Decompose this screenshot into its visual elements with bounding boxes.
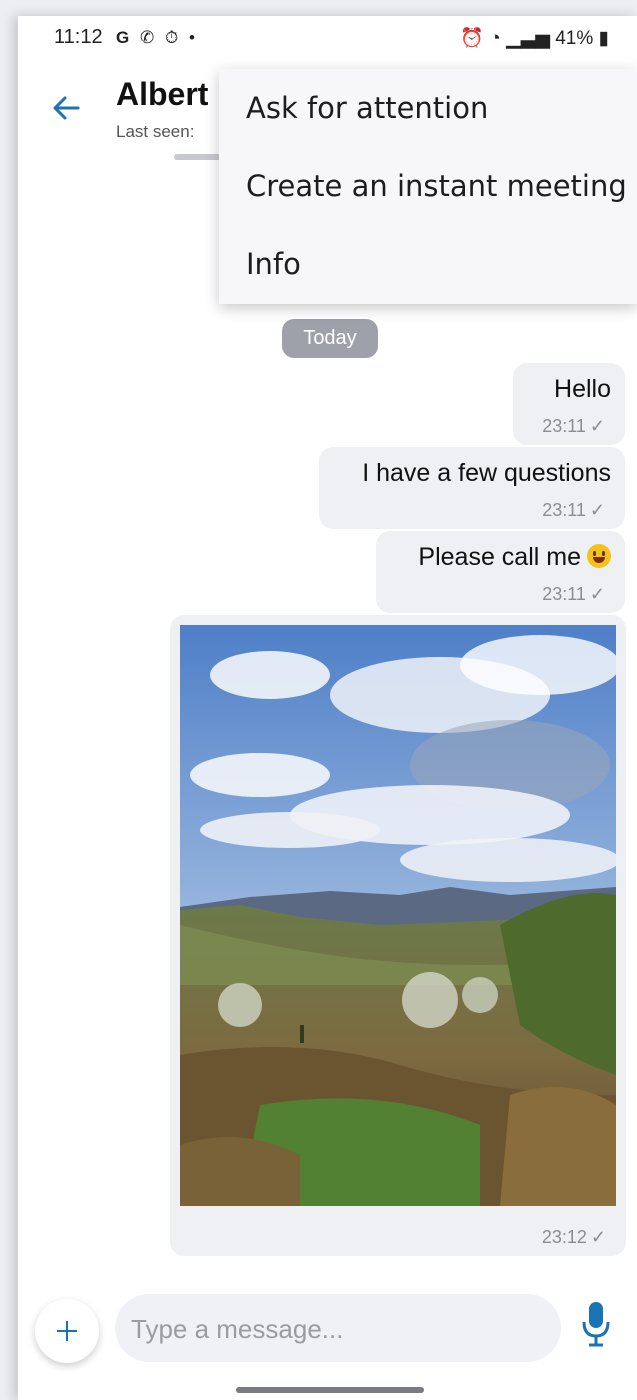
message-time: 23:12 bbox=[541, 1227, 587, 1247]
sent-check-icon: ✓ bbox=[590, 1227, 606, 1247]
message-text: Please call me bbox=[418, 543, 581, 571]
image-message-bubble[interactable]: 23:12 ✓ bbox=[170, 615, 626, 1256]
message-meta: 23:11 ✓ bbox=[542, 416, 605, 437]
attach-plus-button[interactable] bbox=[35, 1299, 99, 1363]
signal-icon: ▁▃▅ bbox=[506, 28, 550, 49]
message-bubble[interactable]: I have a few questions 23:11 ✓ bbox=[319, 447, 625, 529]
plus-icon-v bbox=[66, 1321, 68, 1341]
grinning-tongue-emoji-icon bbox=[587, 544, 611, 568]
message-time: 23:11 bbox=[542, 500, 586, 520]
contact-name[interactable]: Albert bbox=[116, 76, 208, 113]
last-seen: Last seen: bbox=[116, 122, 195, 141]
landscape-photo[interactable] bbox=[180, 625, 616, 1206]
message-text-wrap: Please call me bbox=[418, 543, 611, 572]
message-time: 23:11 bbox=[542, 584, 586, 604]
message-bubble[interactable]: Please call me 23:11 ✓ bbox=[376, 531, 625, 613]
alarm-icon: ⏰ bbox=[460, 28, 485, 49]
viber-icon: ✆ bbox=[139, 28, 158, 47]
menu-item-ask-attention[interactable]: Ask for attention bbox=[246, 91, 488, 125]
back-arrow-icon[interactable] bbox=[50, 92, 82, 124]
message-bubble[interactable]: Hello 23:11 ✓ bbox=[513, 363, 625, 445]
overflow-menu: Ask for attention Create an instant meet… bbox=[219, 69, 637, 304]
message-time: 23:11 bbox=[542, 416, 586, 436]
date-chip: Today bbox=[282, 319, 378, 358]
gesture-navigation-bar[interactable] bbox=[236, 1387, 424, 1393]
wifi-icon: ◔ bbox=[489, 28, 501, 49]
status-right: ⏰ ◔ ▁▃▅ 41% ▮ bbox=[460, 26, 609, 50]
message-text: I have a few questions bbox=[362, 459, 611, 487]
microphone-icon[interactable] bbox=[580, 1300, 612, 1350]
message-placeholder: Type a message... bbox=[131, 1314, 344, 1344]
battery-icon: ▮ bbox=[598, 28, 609, 49]
timer-icon: ⏱ bbox=[164, 28, 182, 47]
sent-check-icon: ✓ bbox=[589, 500, 605, 520]
status-bar: 11:12 G ✆ ⏱ • ⏰ ◔ ▁▃▅ 41% ▮ bbox=[18, 16, 637, 62]
sent-check-icon: ✓ bbox=[589, 416, 605, 436]
status-time: 11:12 bbox=[54, 26, 103, 48]
sent-check-icon: ✓ bbox=[589, 584, 605, 604]
menu-item-instant-meeting[interactable]: Create an instant meeting bbox=[246, 169, 627, 203]
battery-percent: 41% bbox=[555, 28, 594, 49]
google-icon: G bbox=[116, 28, 133, 47]
message-text: Hello bbox=[554, 375, 611, 403]
message-input[interactable]: Type a message... bbox=[115, 1294, 561, 1362]
message-meta: 23:11 ✓ bbox=[542, 584, 605, 605]
menu-item-info[interactable]: Info bbox=[246, 247, 301, 281]
notification-icons: G ✆ ⏱ • bbox=[116, 28, 198, 48]
phone-screen: 11:12 G ✆ ⏱ • ⏰ ◔ ▁▃▅ 41% ▮ Albert Last … bbox=[18, 16, 637, 1400]
message-meta: 23:11 ✓ bbox=[542, 500, 605, 521]
message-meta: 23:12 ✓ bbox=[542, 1227, 606, 1248]
dot-icon: • bbox=[188, 28, 198, 47]
